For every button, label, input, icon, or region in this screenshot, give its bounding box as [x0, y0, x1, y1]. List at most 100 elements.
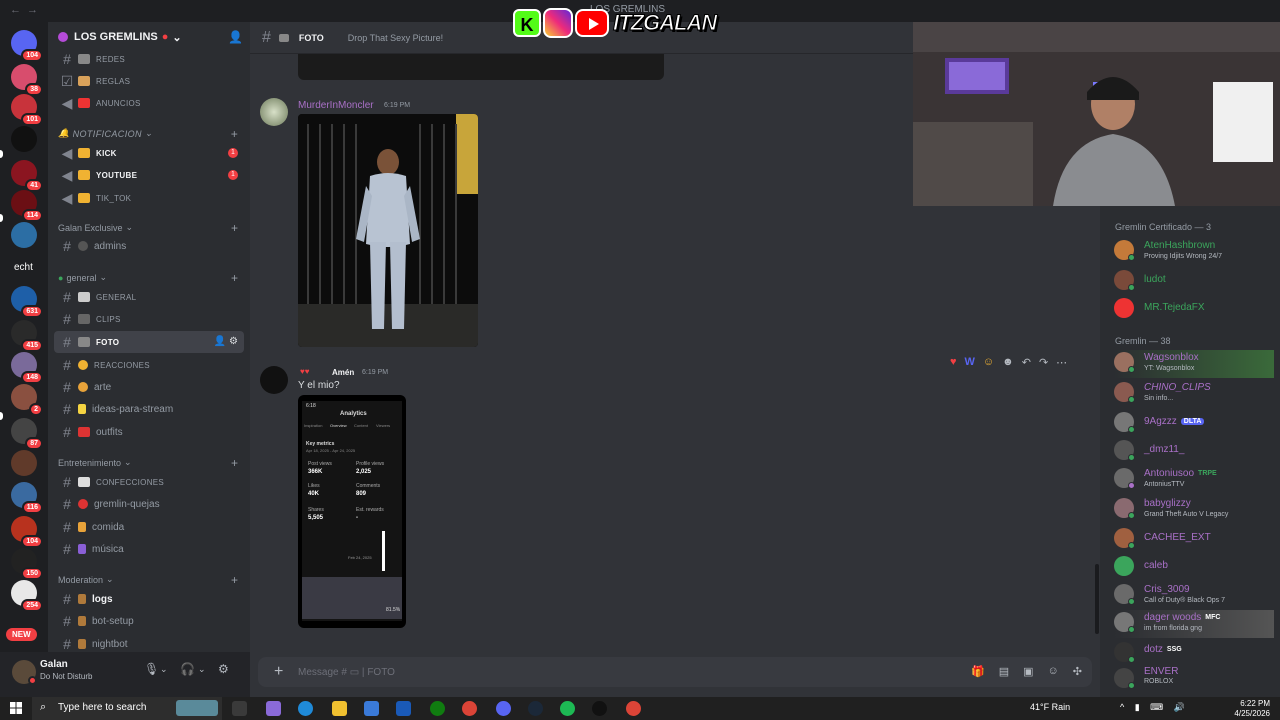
- member-item[interactable]: ludot: [1114, 268, 1274, 296]
- server-label[interactable]: echt: [14, 262, 33, 273]
- system-tray-icons[interactable]: ^ ▮ ⌨ 🔊: [1120, 702, 1189, 713]
- channel-bot-setup[interactable]: # bot-setup: [54, 610, 244, 632]
- add-channel-icon[interactable]: +: [231, 271, 238, 285]
- server-icon[interactable]: 104: [11, 516, 43, 548]
- member-item[interactable]: dotz SSG: [1114, 640, 1274, 668]
- channel-settings-icon[interactable]: 👤 ⚙: [214, 336, 238, 347]
- discord-icon[interactable]: [496, 701, 511, 716]
- add-attachment-icon[interactable]: +: [274, 663, 283, 681]
- channel-admins[interactable]: # admins: [54, 235, 244, 257]
- avatar[interactable]: [260, 366, 288, 394]
- laugh-reaction-icon[interactable]: ☺: [983, 356, 994, 369]
- apps-icon[interactable]: ✣: [1073, 665, 1082, 678]
- server-icon[interactable]: 114: [11, 190, 43, 222]
- member-item[interactable]: CACHEE_EXT: [1114, 526, 1274, 554]
- message-input-box[interactable]: + Message # ▭ | FOTO 🎁 ▤ ▣ ☺ ✣: [258, 657, 1092, 687]
- category-moderation[interactable]: Moderation ⌄ +: [58, 573, 238, 587]
- chrome-icon[interactable]: [626, 701, 641, 716]
- chevron-down-icon[interactable]: ⌄: [198, 664, 206, 675]
- channel-clips[interactable]: # CLIPS: [54, 308, 244, 330]
- sticker-icon[interactable]: ▣: [1023, 665, 1033, 678]
- category-general[interactable]: ● general ⌄ +: [58, 271, 238, 285]
- add-channel-icon[interactable]: +: [231, 127, 238, 141]
- channel-confecciones[interactable]: # CONFECCIONES: [54, 471, 244, 493]
- server-icon[interactable]: 150: [11, 548, 43, 580]
- spotify-icon[interactable]: [560, 701, 575, 716]
- store-icon[interactable]: [364, 701, 379, 716]
- server-icon[interactable]: 2: [11, 384, 43, 416]
- copilot-icon[interactable]: [266, 701, 281, 716]
- member-item[interactable]: MR.TejedaFX: [1114, 296, 1274, 324]
- message-author[interactable]: Amén: [332, 368, 354, 377]
- image-attachment[interactable]: 6:18 Analytics Inspiration Overview Cont…: [298, 395, 406, 628]
- gear-icon[interactable]: ⚙: [218, 662, 229, 676]
- channel-nightbot[interactable]: # nightbot: [54, 633, 244, 652]
- server-icon[interactable]: 148: [11, 352, 43, 384]
- channel-comida[interactable]: # comida: [54, 516, 244, 538]
- channel-topic[interactable]: Drop That Sexy Picture!: [348, 33, 443, 43]
- add-channel-icon[interactable]: +: [231, 221, 238, 235]
- channel-tiktok[interactable]: ◀ TIK_TOK: [54, 187, 244, 209]
- server-icon[interactable]: 41: [11, 160, 43, 192]
- server-icon[interactable]: 116: [11, 482, 43, 514]
- obs-icon[interactable]: [592, 701, 607, 716]
- member-item[interactable]: AtenHashbrown Proving Idjits Wrong 24/7: [1114, 238, 1274, 266]
- category-entretenimiento[interactable]: Entretenimiento ⌄ +: [58, 456, 238, 470]
- channel-general[interactable]: # GENERAL: [54, 286, 244, 308]
- server-icon[interactable]: 38: [11, 64, 43, 96]
- server-icon[interactable]: [11, 126, 37, 152]
- server-icon[interactable]: 101: [11, 94, 43, 126]
- server-icon[interactable]: 631: [11, 286, 43, 318]
- previous-image-attachment[interactable]: [298, 54, 664, 80]
- forward-icon[interactable]: ↷: [1039, 356, 1048, 369]
- member-item[interactable]: Cris_3009 Call of Duty® Black Ops 7: [1114, 582, 1274, 610]
- member-item[interactable]: Wagsonblox YT: Wagsonblox: [1114, 350, 1274, 378]
- headphones-icon[interactable]: 🎧: [180, 662, 195, 676]
- message-author[interactable]: MurderInMoncler: [298, 100, 374, 111]
- xbox-icon[interactable]: [430, 701, 445, 716]
- w-reaction-icon[interactable]: W: [965, 356, 975, 369]
- server-icon[interactable]: 104: [11, 30, 43, 62]
- channel-arte[interactable]: # arte: [54, 376, 244, 398]
- member-item[interactable]: ENVER ROBLOX: [1114, 666, 1274, 694]
- microphone-icon[interactable]: 🎙: [144, 662, 159, 676]
- channel-anuncios[interactable]: ◀ ANUNCIOS: [54, 92, 244, 114]
- heart-reaction-icon[interactable]: ♥: [950, 356, 957, 369]
- channel-reacciones[interactable]: # REACCIONES: [54, 354, 244, 376]
- taskbar-search[interactable]: ⌕ Type here to search: [32, 697, 222, 720]
- chevron-down-icon[interactable]: ⌄: [160, 664, 168, 675]
- edge-icon[interactable]: [298, 701, 313, 716]
- weather-widget[interactable]: 41°F Rain: [1030, 702, 1070, 712]
- steam-icon[interactable]: [528, 701, 543, 716]
- channel-gremlin-quejas[interactable]: # gremlin-quejas: [54, 493, 244, 515]
- member-item[interactable]: CHINO_CLIPS Sin info...: [1114, 380, 1274, 408]
- member-item[interactable]: _dmz11_: [1114, 438, 1274, 466]
- add-reaction-icon[interactable]: ☻: [1002, 356, 1014, 369]
- windows-start-icon[interactable]: [10, 702, 22, 714]
- server-icon[interactable]: [11, 450, 37, 476]
- category-galan-exclusive[interactable]: Galan Exclusive ⌄ +: [58, 221, 238, 235]
- channel-reglas[interactable]: ☑ REGLAS: [54, 70, 244, 92]
- server-icon[interactable]: [11, 222, 37, 248]
- mail-icon[interactable]: [396, 701, 411, 716]
- file-explorer-icon[interactable]: [332, 701, 347, 716]
- channel-redes[interactable]: # REDES: [54, 48, 244, 70]
- clock[interactable]: 6:22 PM 4/25/2026: [1234, 699, 1270, 719]
- add-channel-icon[interactable]: +: [231, 456, 238, 470]
- member-item[interactable]: 9Agzzz DLTA: [1114, 410, 1274, 438]
- channel-youtube[interactable]: ◀ YOUTUBE 1: [54, 164, 244, 186]
- channel-kick[interactable]: ◀ KICK 1: [54, 142, 244, 164]
- server-icon[interactable]: 415: [11, 320, 43, 352]
- scrollbar[interactable]: [1095, 564, 1099, 634]
- channel-outfits[interactable]: # outfits: [54, 421, 244, 443]
- avatar[interactable]: [260, 98, 288, 126]
- channel-musica[interactable]: # música: [54, 538, 244, 560]
- history-nav-icon[interactable]: ←→: [10, 4, 44, 16]
- add-channel-icon[interactable]: +: [231, 573, 238, 587]
- server-icon[interactable]: 87: [11, 418, 43, 450]
- member-item[interactable]: Antoniusoo TRPE AntoniusTTV: [1114, 466, 1274, 494]
- member-item[interactable]: dager woods MFC im from florida gng: [1114, 610, 1274, 638]
- gif-icon[interactable]: ▤: [999, 665, 1009, 678]
- reply-icon[interactable]: ↶: [1022, 356, 1031, 369]
- username[interactable]: Galan: [40, 659, 68, 670]
